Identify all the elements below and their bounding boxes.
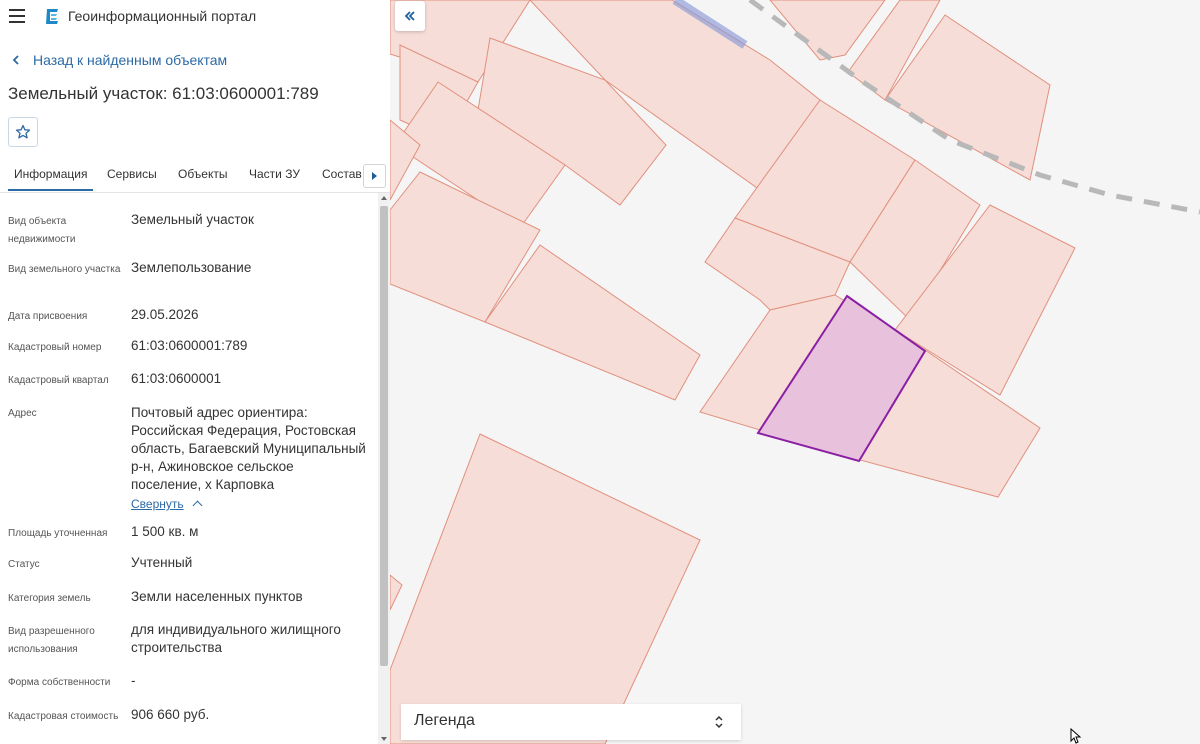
info-label: Форма собственности — [8, 677, 111, 688]
legend-label: Легенда — [414, 712, 475, 729]
info-label: Кадастровый квартал — [8, 375, 109, 386]
app-header: Геоинформационный портал — [0, 0, 390, 34]
info-value: Земельный участок — [131, 212, 254, 227]
legend-dropdown[interactable]: Легенда — [401, 704, 741, 740]
address-value: Почтовый адрес ориентира: Российская Фед… — [131, 405, 366, 492]
collapse-label: Свернуть — [131, 497, 184, 511]
info-label: Вид земельного участка — [8, 264, 121, 275]
portal-logo-icon — [46, 9, 58, 24]
map-canvas[interactable] — [390, 0, 1200, 744]
info-value: Земли населенных пунктов — [131, 589, 303, 604]
tab-information[interactable]: Информация — [8, 167, 94, 191]
info-value: для индивидуального жилищного строительс… — [131, 622, 341, 655]
info-label: Категория земель — [8, 593, 91, 604]
map-parcel — [390, 574, 403, 611]
mouse-cursor-icon — [1070, 728, 1082, 744]
tab-parcel-parts[interactable]: Части ЗУ — [249, 167, 300, 181]
info-value: - — [131, 673, 136, 688]
info-value: 61:03:0600001 — [131, 371, 222, 386]
collapse-panel-button[interactable] — [395, 1, 425, 31]
star-icon — [15, 124, 31, 139]
scroll-down-arrow[interactable] — [381, 737, 387, 741]
tab-objects[interactable]: Объекты — [178, 167, 228, 181]
back-link-label: Назад к найденным объектам — [33, 52, 228, 68]
up-down-icon — [715, 715, 723, 729]
caret-right-icon — [372, 172, 377, 180]
tab-composition[interactable]: Состав — [322, 167, 362, 181]
chevron-left-icon — [12, 55, 19, 65]
info-scrollbar[interactable] — [378, 193, 390, 744]
tab-services[interactable]: Сервисы — [107, 167, 157, 181]
info-label: Площадь уточненная — [8, 528, 108, 539]
info-panel: Вид объекта недвижимости Земельный участ… — [0, 193, 376, 744]
info-label: Дата присвоения — [8, 311, 88, 322]
menu-icon[interactable] — [9, 9, 25, 23]
sidebar: Геоинформационный портал Назад к найденн… — [0, 0, 391, 744]
chevron-up-icon — [192, 500, 203, 511]
info-label: Кадастровая стоимость — [8, 711, 119, 722]
map-parcel — [390, 433, 701, 744]
info-label: Кадастровый номер — [8, 342, 102, 353]
tabs-scroll-right-button[interactable] — [363, 164, 386, 188]
tab-bar: Информация Сервисы Объекты Части ЗУ Сост… — [0, 160, 390, 193]
info-value: 61:03:0600001:789 — [131, 338, 248, 353]
favorite-button[interactable] — [8, 117, 38, 147]
info-value: 1 500 кв. м — [131, 524, 199, 539]
info-label: Вид объекта недвижимости — [8, 216, 76, 245]
info-label: Статус — [8, 559, 40, 570]
scrollbar-thumb[interactable] — [380, 206, 388, 666]
scroll-up-arrow[interactable] — [381, 196, 387, 200]
double-chevron-left-icon — [404, 11, 415, 21]
info-value: Землепользование — [131, 260, 252, 275]
info-value: Учтенный — [131, 555, 193, 570]
info-label: Адрес — [8, 408, 37, 419]
info-value: 29.05.2026 — [131, 307, 199, 322]
map-view[interactable] — [390, 0, 1200, 744]
page-title: Земельный участок: 61:03:0600001:789 — [8, 84, 319, 103]
app-title: Геоинформационный портал — [68, 8, 257, 24]
info-label: Вид разрешенного использования — [8, 626, 95, 655]
back-link[interactable]: Назад к найденным объектам — [10, 52, 227, 68]
address-collapse-link[interactable]: Свернуть — [131, 497, 203, 511]
info-value: 906 660 руб. — [131, 707, 210, 722]
